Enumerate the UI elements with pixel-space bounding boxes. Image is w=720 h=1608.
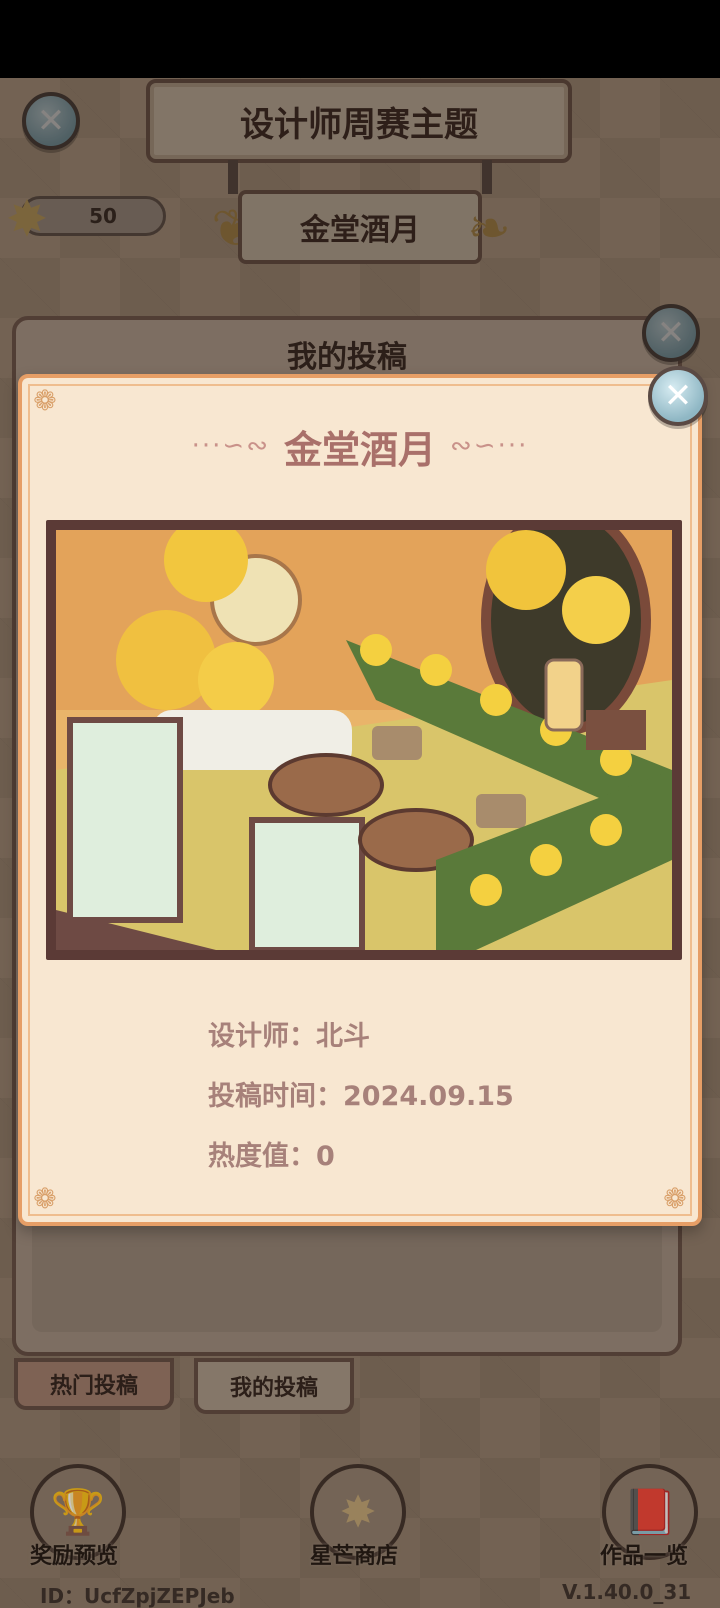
designer-value: 北斗 <box>316 1021 370 1052</box>
modal-title-row: ···∽∾ 金堂酒月 ∾∽··· <box>22 418 698 474</box>
heat-row: 热度值：0 <box>208 1134 335 1173</box>
submission-detail-modal: ❁ ❁ ❁ ❁ ···∽∾ 金堂酒月 ∾∽··· <box>18 374 702 1226</box>
designer-row: 设计师：北斗 <box>208 1014 370 1053</box>
submit-time-value: 2024.09.15 <box>343 1081 514 1112</box>
close-icon: ✕ <box>663 376 693 416</box>
corner-ornament-icon: ❁ <box>663 1182 687 1215</box>
submit-time-row: 投稿时间：2024.09.15 <box>208 1074 514 1113</box>
modal-title: 金堂酒月 <box>283 427 436 472</box>
flourish-right-icon: ∾∽··· <box>450 431 529 461</box>
modal-close-button[interactable]: ✕ <box>648 366 708 426</box>
room-illustration <box>56 530 672 950</box>
status-bar <box>0 0 720 78</box>
flourish-left-icon: ···∽∾ <box>191 431 270 461</box>
heat-label: 热度值： <box>208 1141 316 1172</box>
submit-time-label: 投稿时间： <box>208 1081 343 1112</box>
corner-ornament-icon: ❁ <box>33 1182 57 1215</box>
submission-artwork <box>46 520 682 960</box>
heat-value: 0 <box>316 1141 335 1172</box>
designer-label: 设计师： <box>208 1021 316 1052</box>
corner-ornament-icon: ❁ <box>33 384 57 417</box>
